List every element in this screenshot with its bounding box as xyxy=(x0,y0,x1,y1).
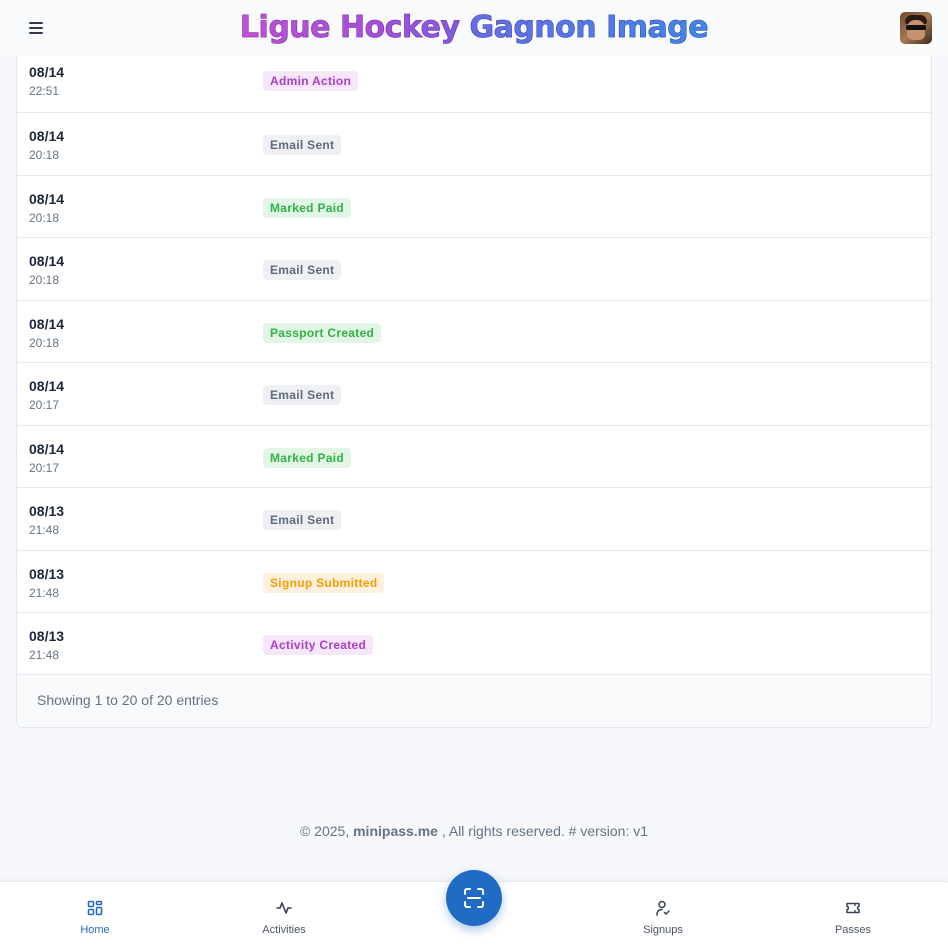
event-badge: Admin Action xyxy=(263,71,359,91)
user-check-icon xyxy=(656,900,670,916)
qr-scan-icon xyxy=(464,888,484,908)
page-footer: © 2025, minipass.me , All rights reserve… xyxy=(0,823,948,839)
row-date: 08/14 xyxy=(29,190,65,207)
top-header: Ligue Hockey Gagnon Image xyxy=(0,0,948,56)
event-badge: Marked Paid xyxy=(263,197,351,218)
event-badge: Email Sent xyxy=(263,135,342,155)
table-row[interactable]: 08/13 21:48 Email Sent xyxy=(17,488,931,551)
entries-count: Showing 1 to 20 of 20 entries xyxy=(37,692,219,708)
event-badge: Passport Created xyxy=(263,322,382,343)
brand-title: Ligue Hockey Gagnon Image xyxy=(0,9,948,47)
nav-passes[interactable]: Passes xyxy=(808,882,898,952)
table-row[interactable]: 08/14 22:51 Admin Action xyxy=(17,49,931,113)
row-time: 20:18 xyxy=(29,148,60,162)
row-date: 08/14 xyxy=(29,378,65,394)
activity-log-card: 08/14 22:51 Admin Action 08/14 20:18 Email Se… xyxy=(16,48,932,728)
row-time: 20:18 xyxy=(29,335,60,350)
row-date: 08/14 xyxy=(29,64,65,80)
row-time: 21:48 xyxy=(29,648,60,662)
scan-button[interactable] xyxy=(446,870,502,926)
row-date: 08/14 xyxy=(29,253,65,269)
dashboard-icon xyxy=(87,900,103,916)
table-row[interactable]: 08/14 20:18 Email Sent xyxy=(17,238,931,301)
nav-signups[interactable]: Signups xyxy=(618,882,708,952)
nav-signups-label: Signups xyxy=(643,924,683,936)
nav-home[interactable]: Home xyxy=(50,882,140,952)
row-time: 20:17 xyxy=(29,398,60,412)
table-footer: Showing 1 to 20 of 20 entries xyxy=(17,674,931,727)
row-time: 21:48 xyxy=(29,585,60,600)
event-badge: Marked Paid xyxy=(263,447,351,468)
row-time: 20:18 xyxy=(29,273,60,287)
row-date: 08/14 xyxy=(29,128,65,144)
row-time: 20:17 xyxy=(29,460,60,475)
table-row[interactable]: 08/14 20:18 Passport Created xyxy=(17,301,931,363)
event-badge: Email Sent xyxy=(263,385,342,405)
row-date: 08/13 xyxy=(29,503,65,519)
copyright-suffix: , All rights reserved. # version: v1 xyxy=(441,823,649,839)
copyright-prefix: © 2025, xyxy=(299,823,350,839)
event-badge: Signup Submitted xyxy=(263,572,385,593)
ticket-icon xyxy=(846,902,860,914)
table-row[interactable]: 08/13 21:48 Signup Submitted xyxy=(17,551,931,613)
brand-part2: Gagnon Image xyxy=(469,10,709,46)
table-row[interactable]: 08/14 20:17 Email Sent xyxy=(17,363,931,426)
row-date: 08/14 xyxy=(29,315,65,332)
row-time: 20:18 xyxy=(29,210,60,225)
activity-pulse-icon xyxy=(276,902,292,914)
event-badge: Email Sent xyxy=(263,260,342,280)
row-date: 08/14 xyxy=(29,440,65,457)
event-badge: Email Sent xyxy=(263,510,342,530)
row-date: 08/13 xyxy=(29,628,65,644)
user-avatar[interactable] xyxy=(900,12,932,44)
table-row[interactable]: 08/14 20:18 Email Sent xyxy=(17,113,931,176)
brand-part1: Ligue Hockey xyxy=(239,10,461,46)
table-row[interactable]: 08/13 21:48 Activity Created xyxy=(17,613,931,676)
nav-passes-label: Passes xyxy=(834,924,872,936)
site-link[interactable]: minipass.me xyxy=(353,823,438,839)
row-time: 22:51 xyxy=(29,84,60,98)
activity-log-list: 08/14 22:51 Admin Action 08/14 20:18 Email Se… xyxy=(17,49,931,676)
event-badge: Activity Created xyxy=(263,635,374,655)
row-date: 08/13 xyxy=(29,565,65,582)
row-time: 21:48 xyxy=(29,523,60,537)
nav-home-label: Home xyxy=(80,924,110,936)
nav-activities[interactable]: Activities xyxy=(239,882,329,952)
table-row[interactable]: 08/14 20:17 Marked Paid xyxy=(17,426,931,488)
nav-activities-label: Activities xyxy=(262,924,306,936)
table-row[interactable]: 08/14 20:18 Marked Paid xyxy=(17,176,931,238)
